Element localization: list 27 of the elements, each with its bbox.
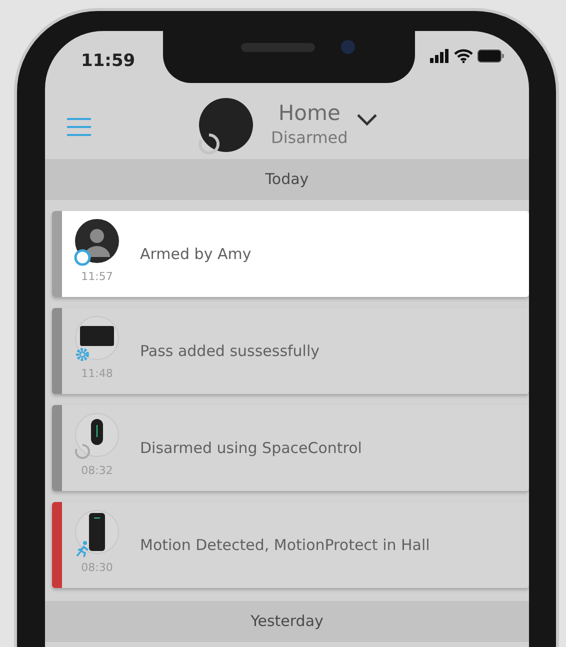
event-time: 08:30 [81,560,113,576]
ring-icon [74,249,91,266]
event-text: Motion Detected, MotionProtect in Hall [140,534,430,556]
event-card[interactable]: 08:32 Disarmed using SpaceControl [52,405,529,491]
event-time: 11:57 [81,269,113,285]
event-card[interactable]: 11:48 Pass added sussessfully [52,308,529,394]
card-device-icon [75,316,119,360]
event-text: Pass added sussessfully [140,340,320,362]
hub-status: Disarmed [271,126,348,149]
event-text: Armed by Amy [140,244,252,265]
event-time: 11:48 [81,366,113,382]
arc-icon [74,443,91,460]
keyfob-icon [75,413,119,457]
wifi-icon [454,49,473,63]
hub-name: Home [278,102,340,126]
battery-icon [477,49,505,63]
date-header: Yesterday [45,601,529,642]
event-card[interactable]: 08:30 Motion Detected, MotionProtect in Hall [52,502,529,588]
event-card[interactable]: 11:57 Armed by Amy [52,211,529,297]
status-time: 11:59 [81,50,136,73]
running-person-icon [74,540,91,557]
event-time: 08:32 [81,463,113,479]
signal-icon [430,49,450,63]
event-text: Disarmed using SpaceControl [140,438,362,459]
date-header: Today [45,159,529,200]
gear-icon [74,346,91,363]
motion-sensor-icon [75,510,119,554]
